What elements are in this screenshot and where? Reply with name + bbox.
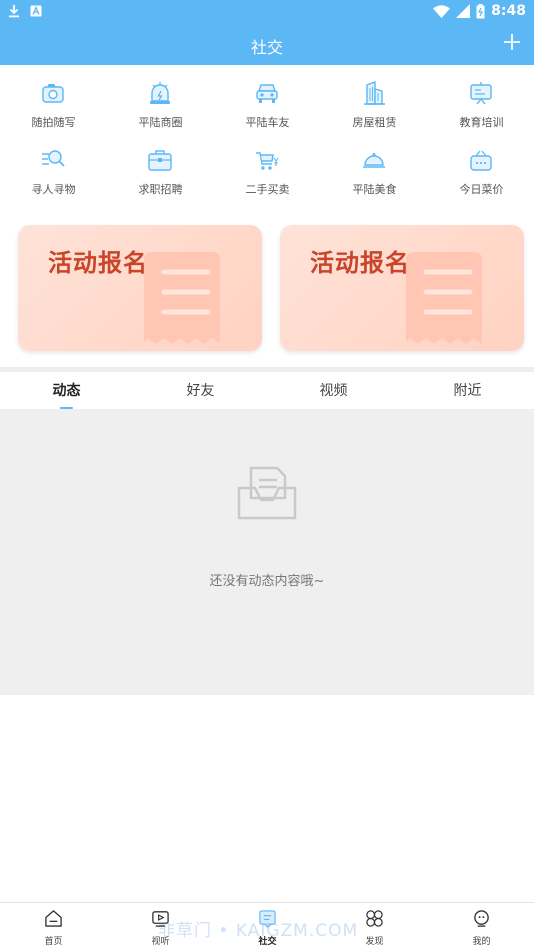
category-label: 平陆车友 [245, 116, 290, 129]
category-item[interactable]: 求职招聘 [107, 132, 214, 196]
activity-signup-banner[interactable]: 活动报名 [280, 225, 524, 351]
nav-profile[interactable]: 我的 [428, 903, 534, 950]
category-item[interactable]: 随拍随写 [0, 65, 107, 129]
category-item[interactable]: 房屋租赁 [321, 65, 428, 129]
discover-grid-icon [366, 910, 383, 927]
a-badge-icon [30, 5, 42, 17]
category-grid: 随拍随写 平陆商圈 平陆车友 房屋租赁 教育培训 寻人寻物 求职招聘 二手买卖 … [0, 65, 534, 205]
profile-icon [474, 910, 489, 927]
category-label: 随拍随写 [31, 116, 76, 129]
category-item[interactable]: 教育培训 [428, 65, 534, 129]
signal-icon [456, 4, 471, 18]
category-item[interactable]: 平陆车友 [214, 65, 321, 129]
category-label: 平陆商圈 [138, 116, 183, 129]
car-icon [256, 84, 278, 103]
category-item[interactable]: 寻人寻物 [0, 132, 107, 196]
nav-label: 我的 [472, 937, 491, 947]
tab-nearby[interactable]: 附近 [401, 372, 534, 409]
banner-title: 活动报名 [310, 249, 410, 277]
plus-icon[interactable] [500, 30, 524, 54]
tab-friends[interactable]: 好友 [134, 372, 267, 409]
receipt-icon [144, 252, 220, 344]
category-item[interactable]: 今日菜价 [428, 132, 534, 196]
activity-signup-banner[interactable]: 活动报名 [18, 225, 262, 351]
presentation-icon [470, 82, 492, 105]
wifi-icon [433, 4, 451, 18]
category-label: 教育培训 [459, 116, 504, 129]
tab-dynamics[interactable]: 动态 [0, 372, 133, 409]
basket-icon [470, 150, 492, 171]
clock-time: 8:48 [491, 3, 526, 19]
category-label: 今日菜价 [459, 183, 504, 196]
tab-label: 好友 [186, 383, 215, 399]
status-bar: 8:48 [0, 0, 534, 24]
home-icon [45, 910, 62, 927]
watermark-text: 非草门 • KAIGZM.COM [158, 921, 359, 941]
top-app-bar: 社交 [0, 24, 534, 65]
battery-icon [476, 3, 485, 18]
category-item[interactable]: 二手买卖 [214, 132, 321, 196]
feed-tabs: 动态 好友 视频 附近 [0, 372, 534, 409]
category-label: 寻人寻物 [31, 183, 76, 196]
camera-icon [42, 84, 64, 103]
tab-label: 动态 [52, 383, 81, 399]
social-screen: 8:48 社交 随拍随写 平陆商圈 平陆车友 房屋租赁 教育培训 寻人寻物 求职… [0, 0, 534, 950]
search-list-icon [42, 150, 65, 167]
food-cloche-icon [363, 153, 385, 168]
category-label: 房屋租赁 [352, 116, 397, 129]
banner-title: 活动报名 [48, 249, 148, 277]
nav-label: 首页 [44, 937, 63, 947]
page-title: 社交 [250, 38, 283, 57]
feed-area[interactable]: 还没有动态内容哦~ [0, 409, 534, 695]
cart-yen-icon [256, 152, 279, 170]
building-icon [364, 80, 385, 105]
tab-videos[interactable]: 视频 [267, 372, 400, 409]
category-label: 二手买卖 [245, 183, 290, 196]
nav-home[interactable]: 首页 [0, 903, 107, 950]
category-label: 求职招聘 [138, 183, 183, 196]
alarm-icon [150, 82, 170, 104]
receipt-icon [406, 252, 482, 344]
briefcase-icon [148, 150, 172, 171]
download-icon [9, 5, 19, 18]
category-item[interactable]: 平陆美食 [321, 132, 428, 196]
inbox-icon [237, 466, 297, 520]
tab-label: 附近 [453, 383, 482, 399]
category-label: 平陆美食 [352, 183, 397, 196]
tab-label: 视频 [319, 383, 348, 399]
empty-state-text: 还没有动态内容哦~ [209, 574, 325, 589]
category-item[interactable]: 平陆商圈 [107, 65, 214, 129]
